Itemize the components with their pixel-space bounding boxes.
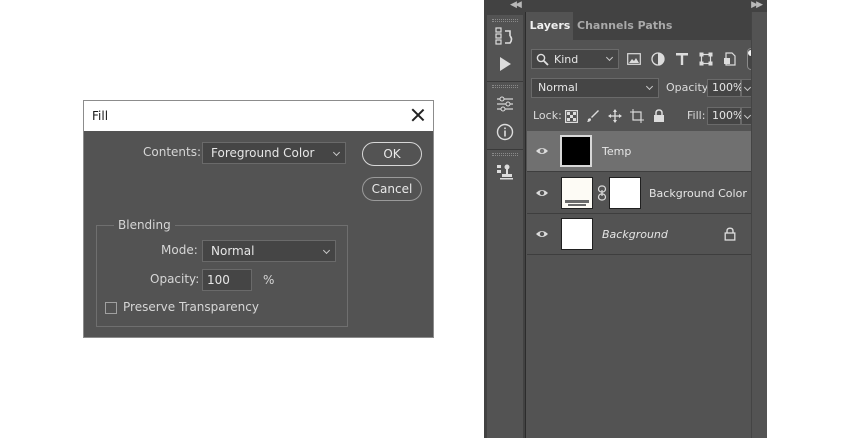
ok-button[interactable]: OK (362, 142, 422, 166)
lock-artboard-icon[interactable] (629, 108, 645, 124)
chevron-down-icon (332, 148, 341, 157)
chevron-down-icon (322, 246, 331, 255)
lock-label: Lock: (533, 109, 562, 122)
play-actions-icon[interactable] (493, 53, 517, 75)
fill-label: Fill: (687, 109, 706, 122)
layer-row-background-color[interactable]: Background Color (527, 173, 751, 214)
eye-icon[interactable] (535, 186, 549, 200)
layers-panel: Layers Channels Paths Kind Normal Opacit… (527, 12, 767, 438)
mode-value: Normal (211, 244, 255, 258)
history-icon[interactable] (493, 25, 517, 47)
expand-right-icon[interactable]: ▶▶ (751, 0, 763, 10)
opacity-label: Opacity: (150, 272, 200, 286)
close-icon[interactable] (411, 108, 425, 122)
opacity-unit: % (263, 273, 275, 287)
lock-position-icon[interactable] (607, 108, 623, 124)
collapse-left-icon[interactable]: ◀◀ (510, 0, 522, 10)
opacity-value: 100 (207, 273, 230, 287)
panel-icon-strip (484, 12, 526, 438)
opacity-value: 100% (712, 81, 744, 94)
blending-legend: Blending (114, 218, 175, 232)
divider (487, 81, 523, 82)
contents-dropdown[interactable]: Foreground Color (202, 142, 346, 164)
layer-row-temp[interactable]: Temp (527, 131, 751, 172)
lock-icon (724, 227, 736, 241)
mode-label: Mode: (161, 243, 198, 257)
lock-image-pixels-icon[interactable] (585, 108, 601, 124)
contents-label: Contents: (143, 145, 202, 159)
shape-filter-icon[interactable] (697, 50, 715, 68)
layer-name[interactable]: Temp (602, 145, 631, 158)
contents-value: Foreground Color (211, 146, 315, 160)
cancel-button[interactable]: Cancel (362, 177, 422, 201)
chevron-down-icon (743, 83, 752, 92)
opacity-input[interactable]: 100% (707, 79, 744, 97)
fill-input[interactable]: 100% (707, 107, 744, 125)
chevron-down-icon (605, 53, 614, 62)
chevron-down-icon (743, 111, 752, 120)
type-filter-icon[interactable] (673, 50, 691, 68)
preserve-transparency-checkbox[interactable] (105, 302, 117, 314)
grip-handle[interactable] (492, 153, 518, 156)
photoshop-panel-dock: ◀◀ ▶▶ Layers Channels Paths Kind Normal … (484, 0, 767, 438)
eye-icon[interactable] (535, 227, 549, 241)
panel-icon-column (487, 15, 523, 438)
lock-all-icon[interactable] (651, 108, 667, 124)
layer-thumbnail[interactable] (561, 218, 593, 250)
layers-scroll-gutter[interactable] (751, 12, 767, 438)
fill-dialog: Fill Contents: Foreground Color OK Cance… (83, 100, 434, 338)
pixel-filter-icon[interactable] (625, 50, 643, 68)
adjustment-filter-icon[interactable] (649, 50, 667, 68)
dialog-title: Fill (92, 109, 109, 123)
dock-top-strip: ◀◀ ▶▶ (484, 0, 767, 12)
grip-handle[interactable] (492, 85, 518, 88)
fill-layer-thumbnail[interactable] (561, 177, 593, 209)
layer-mask-thumbnail[interactable] (609, 177, 641, 209)
adjustments-icon[interactable] (493, 93, 517, 115)
filter-kind-value: Kind (554, 53, 579, 66)
search-icon (536, 53, 549, 66)
tab-channels[interactable]: Channels (577, 12, 634, 40)
opacity-label: Opacity: (666, 81, 712, 94)
filter-kind-dropdown[interactable]: Kind (531, 49, 619, 69)
blend-mode-value: Normal (538, 81, 578, 94)
layer-name[interactable]: Background (602, 228, 668, 241)
opacity-input[interactable]: 100 (202, 269, 252, 291)
chevron-down-icon (645, 82, 654, 91)
blend-mode-dropdown[interactable]: Normal (531, 78, 659, 98)
mode-dropdown[interactable]: Normal (202, 240, 336, 262)
fill-value: 100% (712, 109, 744, 122)
layer-row-background[interactable]: Background (527, 214, 751, 255)
preserve-transparency-label: Preserve Transparency (123, 300, 259, 314)
tab-paths[interactable]: Paths (637, 12, 673, 40)
info-icon[interactable] (493, 121, 517, 143)
eye-icon[interactable] (535, 144, 549, 158)
divider (487, 149, 523, 150)
tab-layers[interactable]: Layers (527, 12, 573, 40)
lock-transparent-pixels-icon[interactable] (563, 108, 579, 124)
layer-thumbnail[interactable] (560, 135, 592, 167)
link-icon[interactable] (597, 185, 607, 201)
dialog-titlebar[interactable]: Fill (84, 101, 433, 131)
smart-object-filter-icon[interactable] (721, 50, 739, 68)
clone-source-icon[interactable] (493, 161, 517, 183)
panel-tab-bar: Layers Channels Paths (527, 12, 767, 40)
grip-handle[interactable] (492, 19, 518, 22)
layer-name[interactable]: Background Color (649, 187, 747, 200)
